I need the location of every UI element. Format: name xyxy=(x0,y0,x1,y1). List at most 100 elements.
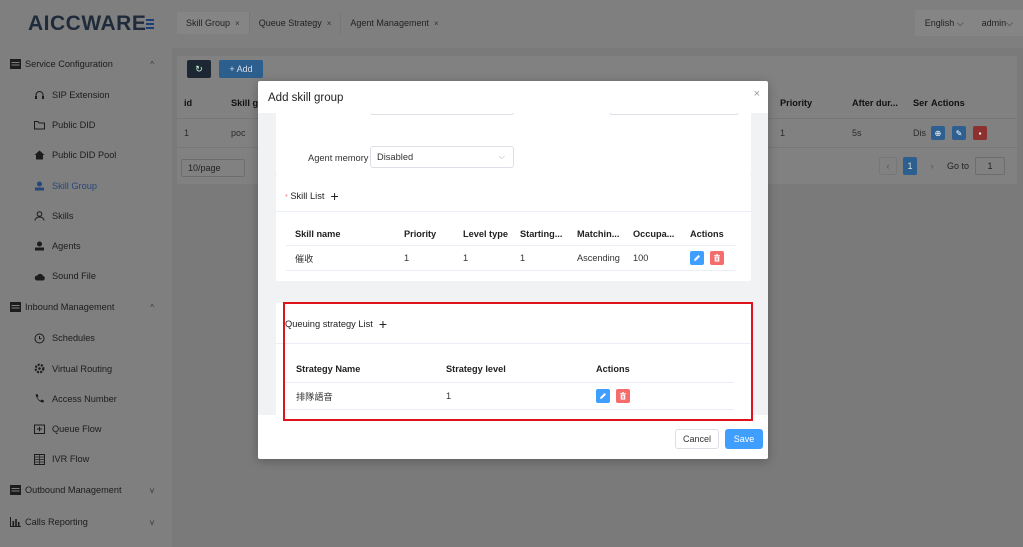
sidebar-item-access-number[interactable]: Access Number xyxy=(0,384,172,414)
prev-page-button[interactable]: ‹ xyxy=(878,157,897,175)
sidebar-item-label: Access Number xyxy=(52,393,117,404)
refresh-icon: ↻ xyxy=(195,63,203,74)
sidebar-item-public-did[interactable]: Public DID xyxy=(0,110,172,140)
column-header: id xyxy=(184,98,193,108)
column-header: Actions xyxy=(690,228,724,239)
sidebar-item-public-did-pool[interactable]: Public DID Pool xyxy=(0,140,172,170)
sidebar-item-label: Public DID Pool xyxy=(52,150,117,161)
table-cell: 1 xyxy=(404,253,410,263)
sidebar-item-schedules[interactable]: Schedules xyxy=(0,323,172,353)
row-actions xyxy=(690,246,724,270)
sidebar-menu: Service Configuration ^ SIP Extension Pu… xyxy=(0,48,172,538)
edit-button[interactable] xyxy=(596,389,610,403)
sidebar-item-ivr-flow[interactable]: IVR Flow xyxy=(0,444,172,474)
user-outline-icon xyxy=(34,210,45,221)
topbar: Skill Group × Queue Strategy × Agent Man… xyxy=(172,0,1023,48)
save-button[interactable]: Save xyxy=(725,429,763,449)
table-cell: 1 xyxy=(184,128,190,138)
menu-group-label: Service Configuration xyxy=(25,59,113,69)
table-cell: 5s xyxy=(852,128,862,138)
close-icon[interactable]: × xyxy=(327,19,332,28)
table-cell: 1 xyxy=(463,253,469,263)
close-icon[interactable]: × xyxy=(235,19,240,28)
language-label: English xyxy=(924,17,955,28)
agent-memory-value: Disabled xyxy=(377,152,414,162)
menu-group-inbound-management[interactable]: Inbound Management ^ xyxy=(0,291,172,323)
page-size-select[interactable]: 10/page xyxy=(181,159,245,177)
close-icon[interactable]: × xyxy=(434,19,439,28)
close-icon[interactable]: × xyxy=(754,88,760,100)
refresh-button[interactable]: ↻ xyxy=(187,60,211,78)
menu-group-service-configuration[interactable]: Service Configuration ^ xyxy=(0,48,172,80)
sidebar-item-agents[interactable]: Agents xyxy=(0,231,172,261)
header-right: English ⌵ admin⌵ xyxy=(914,10,1023,36)
view-button[interactable]: ⊕ xyxy=(931,126,945,140)
user-name: admin xyxy=(981,17,1007,28)
column-header: Actions xyxy=(931,98,965,108)
tab-queue-strategy[interactable]: Queue Strategy × xyxy=(250,12,342,34)
tab-agent-management[interactable]: Agent Management × xyxy=(341,12,447,34)
edit-button[interactable] xyxy=(690,251,704,265)
delete-button[interactable]: ▪ xyxy=(973,126,987,140)
column-header: Actions xyxy=(596,364,630,374)
table-cell: 催收 xyxy=(295,254,314,264)
column-header: Skill name xyxy=(295,228,341,239)
queuing-strategy-title: Queuing strategy List + xyxy=(285,317,387,331)
sidebar-item-queue-flow[interactable]: Queue Flow xyxy=(0,414,172,444)
column-header: After dur... xyxy=(852,98,898,108)
table-cell: poc xyxy=(231,128,246,138)
sidebar-item-label: Skill Group xyxy=(52,180,97,191)
tab-skill-group[interactable]: Skill Group × xyxy=(177,12,250,34)
tab-bar: Skill Group × Queue Strategy × Agent Man… xyxy=(177,12,448,34)
sidebar-item-sip-extension[interactable]: SIP Extension xyxy=(0,80,172,110)
table-cell: 排隊語音 xyxy=(296,392,333,402)
delete-button[interactable] xyxy=(616,389,630,403)
delete-button[interactable] xyxy=(710,251,724,265)
sidebar-item-sound-file[interactable]: Sound File xyxy=(0,261,172,291)
column-header: Ser xyxy=(913,98,928,108)
table-cell: 100 xyxy=(633,253,649,263)
menu-group-calls-reporting[interactable]: Calls Reporting v xyxy=(0,506,172,538)
next-page-button[interactable]: › xyxy=(923,157,941,175)
chevron-up-icon: ^ xyxy=(150,59,154,69)
partial-input-field[interactable] xyxy=(370,113,514,115)
agent-icon xyxy=(34,241,45,252)
sidebar: AICCWARE Service Configuration ^ SIP Ext… xyxy=(0,0,172,547)
language-select[interactable]: English ⌵ xyxy=(925,18,964,29)
menu-collapse-icon[interactable] xyxy=(146,19,154,29)
list-icon xyxy=(10,485,21,496)
menu-group-label: Outbound Management xyxy=(25,485,122,496)
edit-button[interactable]: ✎ xyxy=(952,126,966,140)
cancel-button[interactable]: Cancel xyxy=(675,429,719,449)
sidebar-item-label: SIP Extension xyxy=(52,90,110,101)
trash-icon xyxy=(620,392,626,400)
current-page[interactable]: 1 xyxy=(902,157,917,175)
chevron-down-icon: ⌵ xyxy=(1006,17,1013,28)
column-header: Priority xyxy=(780,98,813,108)
goto-input[interactable]: 1 xyxy=(975,157,1005,175)
column-header: Priority xyxy=(404,228,437,239)
row-actions xyxy=(596,383,630,409)
add-strategy-icon[interactable]: + xyxy=(379,317,387,331)
sidebar-item-skill-group[interactable]: Skill Group xyxy=(0,171,172,201)
strategy-table-header: Strategy Name Strategy level Actions xyxy=(286,356,734,383)
partial-input-field[interactable] xyxy=(609,113,739,115)
pencil-icon xyxy=(694,255,700,261)
add-button[interactable]: + Add xyxy=(219,60,263,78)
column-header: Level type xyxy=(463,228,508,239)
queuing-strategy-label: Queuing strategy List xyxy=(285,319,373,329)
cloud-icon xyxy=(34,271,45,282)
user-menu[interactable]: admin⌵ xyxy=(982,18,1013,29)
sidebar-item-label: Skills xyxy=(52,210,74,221)
menu-group-label: Inbound Management xyxy=(25,302,115,313)
menu-group-outbound-management[interactable]: Outbound Management v xyxy=(0,474,172,506)
dialog-title: Add skill group xyxy=(268,92,344,104)
sidebar-item-virtual-routing[interactable]: Virtual Routing xyxy=(0,354,172,384)
sidebar-item-skills[interactable]: Skills xyxy=(0,201,172,231)
pagination: ‹ 1 › Go to 1 xyxy=(878,157,1005,175)
sidebar-item-label: Agents xyxy=(52,241,81,252)
agent-memory-select[interactable]: Disabled ⌵ xyxy=(370,146,514,168)
add-skill-icon[interactable]: + xyxy=(330,189,338,203)
sidebar-item-label: Sound File xyxy=(52,271,96,282)
gear-icon xyxy=(34,363,45,374)
